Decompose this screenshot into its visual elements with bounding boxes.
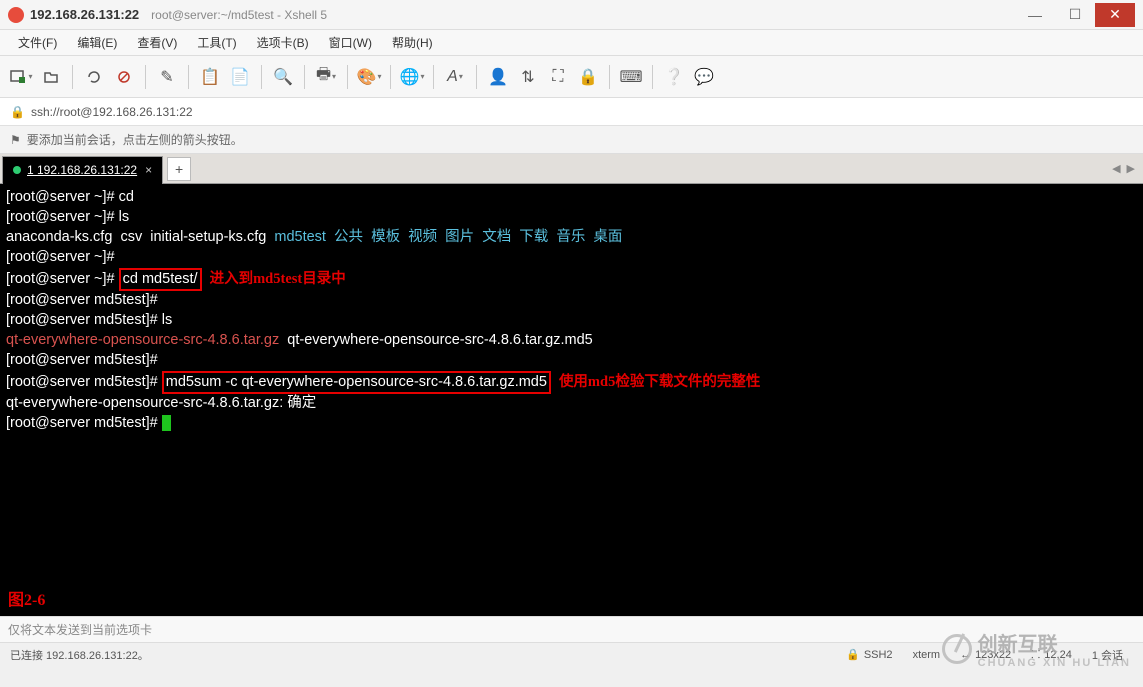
toolbar-separator — [304, 65, 305, 89]
toolbar-separator — [347, 65, 348, 89]
ls-archive: qt-everywhere-opensource-src-4.8.6.tar.g… — [6, 332, 279, 348]
tab-prev-icon[interactable]: ◀ — [1112, 162, 1120, 175]
color-icon[interactable]: 🎨▾ — [356, 64, 382, 90]
titlebar: 192.168.26.131:22 root@server:~/md5test … — [0, 0, 1143, 30]
md5-output: qt-everywhere-opensource-src-4.8.6.tar.g… — [6, 395, 316, 411]
toolbar-separator — [652, 65, 653, 89]
menu-file[interactable]: 文件(F) — [8, 34, 67, 51]
cmd: cd — [119, 189, 134, 205]
watermark-py: CHUANG XIN HU LIAN — [978, 657, 1131, 669]
transfer-icon[interactable]: ⇅ — [515, 64, 541, 90]
open-icon[interactable] — [38, 64, 64, 90]
toolbar-separator — [188, 65, 189, 89]
minimize-button[interactable]: — — [1015, 3, 1055, 27]
lock-small-icon: 🔒 — [10, 105, 25, 119]
globe-icon[interactable]: 🌐▾ — [399, 64, 425, 90]
toolbar-separator — [72, 65, 73, 89]
app-icon — [8, 7, 24, 23]
window-controls: — ☐ ✕ — [1015, 3, 1135, 27]
paste-icon[interactable]: 📄 — [227, 64, 253, 90]
status-connection: 已连接 192.168.26.131:22。 — [10, 647, 149, 663]
menu-help[interactable]: 帮助(H) — [382, 34, 443, 51]
cmd: ls — [119, 209, 129, 225]
help-icon[interactable]: ❔ — [661, 64, 687, 90]
watermark-logo-icon — [942, 634, 972, 664]
watermark-cn: 创新互联 — [978, 634, 1058, 656]
status-ssh: 🔒 SSH2 — [836, 648, 902, 661]
watermark: 创新互联 CHUANG XIN HU LIAN — [942, 628, 1131, 669]
fullscreen-icon[interactable]: ⛶ — [545, 64, 571, 90]
toolbar-separator — [476, 65, 477, 89]
toolbar-separator — [145, 65, 146, 89]
tab-close-icon[interactable]: × — [145, 163, 152, 177]
reconnect-icon[interactable] — [81, 64, 107, 90]
user-icon[interactable]: 👤 — [485, 64, 511, 90]
toolbar-separator — [609, 65, 610, 89]
prompt: [root@server md5test]# — [6, 292, 158, 308]
menubar: 文件(F) 编辑(E) 查看(V) 工具(T) 选项卡(B) 窗口(W) 帮助(… — [0, 30, 1143, 56]
close-button[interactable]: ✕ — [1095, 3, 1135, 27]
copy-icon[interactable]: 📋 — [197, 64, 223, 90]
menu-window[interactable]: 窗口(W) — [319, 34, 382, 51]
ls-file: qt-everywhere-opensource-src-4.8.6.tar.g… — [279, 332, 593, 348]
maximize-button[interactable]: ☐ — [1055, 3, 1095, 27]
prompt: [root@server md5test]# — [6, 352, 158, 368]
cursor-icon — [162, 415, 171, 431]
toolbar: ▾ ✎ 📋 📄 🔍 🖶▾ 🎨▾ 🌐▾ A▾ 👤 ⇅ ⛶ 🔒 ⌨ ❔ 💬 — [0, 56, 1143, 98]
toolbar-separator — [433, 65, 434, 89]
new-tab-button[interactable]: + — [167, 157, 191, 181]
prompt: [root@server ~]# — [6, 189, 119, 205]
compose-placeholder: 仅将文本发送到当前选项卡 — [8, 621, 152, 638]
info-bar: ⚑ 要添加当前会话，点击左侧的箭头按钮。 — [0, 126, 1143, 154]
toolbar-separator — [261, 65, 262, 89]
flag-icon: ⚑ — [10, 133, 21, 147]
find-icon[interactable]: 🔍 — [270, 64, 296, 90]
tab-next-icon[interactable]: ▶ — [1127, 162, 1135, 175]
prompt: [root@server md5test]# — [6, 415, 162, 431]
prompt: [root@server md5test]# — [6, 312, 162, 328]
toolbar-separator — [390, 65, 391, 89]
menu-edit[interactable]: 编辑(E) — [67, 34, 127, 51]
prompt: [root@server ~]# — [6, 271, 119, 287]
figure-label: 图2-6 — [8, 591, 45, 610]
annotation-cd: 进入到md5test目录中 — [210, 271, 346, 287]
font-icon[interactable]: A▾ — [442, 64, 468, 90]
tab-nav: ◀ ▶ — [1112, 162, 1143, 175]
cmd: ls — [162, 312, 172, 328]
tab-strip: 1 192.168.26.131:22 × + ◀ ▶ — [0, 154, 1143, 184]
annotation-md5: 使用md5检验下载文件的完整性 — [559, 374, 760, 390]
tab-label: 1 192.168.26.131:22 — [27, 163, 137, 177]
highlighted-cmd-md5: md5sum -c qt-everywhere-opensource-src-4… — [162, 371, 551, 394]
new-session-icon[interactable]: ▾ — [8, 64, 34, 90]
lock-icon[interactable]: 🔒 — [575, 64, 601, 90]
menu-view[interactable]: 查看(V) — [127, 34, 187, 51]
prompt: [root@server md5test]# — [6, 374, 162, 390]
prompt: [root@server ~]# — [6, 249, 115, 265]
chat-icon[interactable]: 💬 — [691, 64, 717, 90]
properties-icon[interactable]: ✎ — [154, 64, 180, 90]
print-icon[interactable]: 🖶▾ — [313, 64, 339, 90]
menu-tabs[interactable]: 选项卡(B) — [247, 34, 319, 51]
menu-tools[interactable]: 工具(T) — [187, 34, 246, 51]
window-subtitle: root@server:~/md5test - Xshell 5 — [151, 8, 327, 22]
address-bar[interactable]: 🔒 ssh://root@192.168.26.131:22 — [0, 98, 1143, 126]
status-dot-icon — [13, 166, 21, 174]
ls-output: anaconda-ks.cfg csv initial-setup-ks.cfg — [6, 229, 274, 245]
highlighted-cmd-cd: cd md5test/ — [119, 268, 202, 291]
infobar-text: 要添加当前会话，点击左侧的箭头按钮。 — [27, 131, 243, 148]
terminal[interactable]: [root@server ~]# cd [root@server ~]# ls … — [0, 184, 1143, 616]
disconnect-icon[interactable] — [111, 64, 137, 90]
session-tab[interactable]: 1 192.168.26.131:22 × — [2, 156, 163, 184]
prompt: [root@server ~]# — [6, 209, 119, 225]
address-text: ssh://root@192.168.26.131:22 — [31, 105, 193, 119]
window-title: 192.168.26.131:22 — [30, 7, 139, 22]
ls-dirs: md5test 公共 模板 视频 图片 文档 下载 音乐 桌面 — [274, 229, 622, 245]
keyboard-icon[interactable]: ⌨ — [618, 64, 644, 90]
